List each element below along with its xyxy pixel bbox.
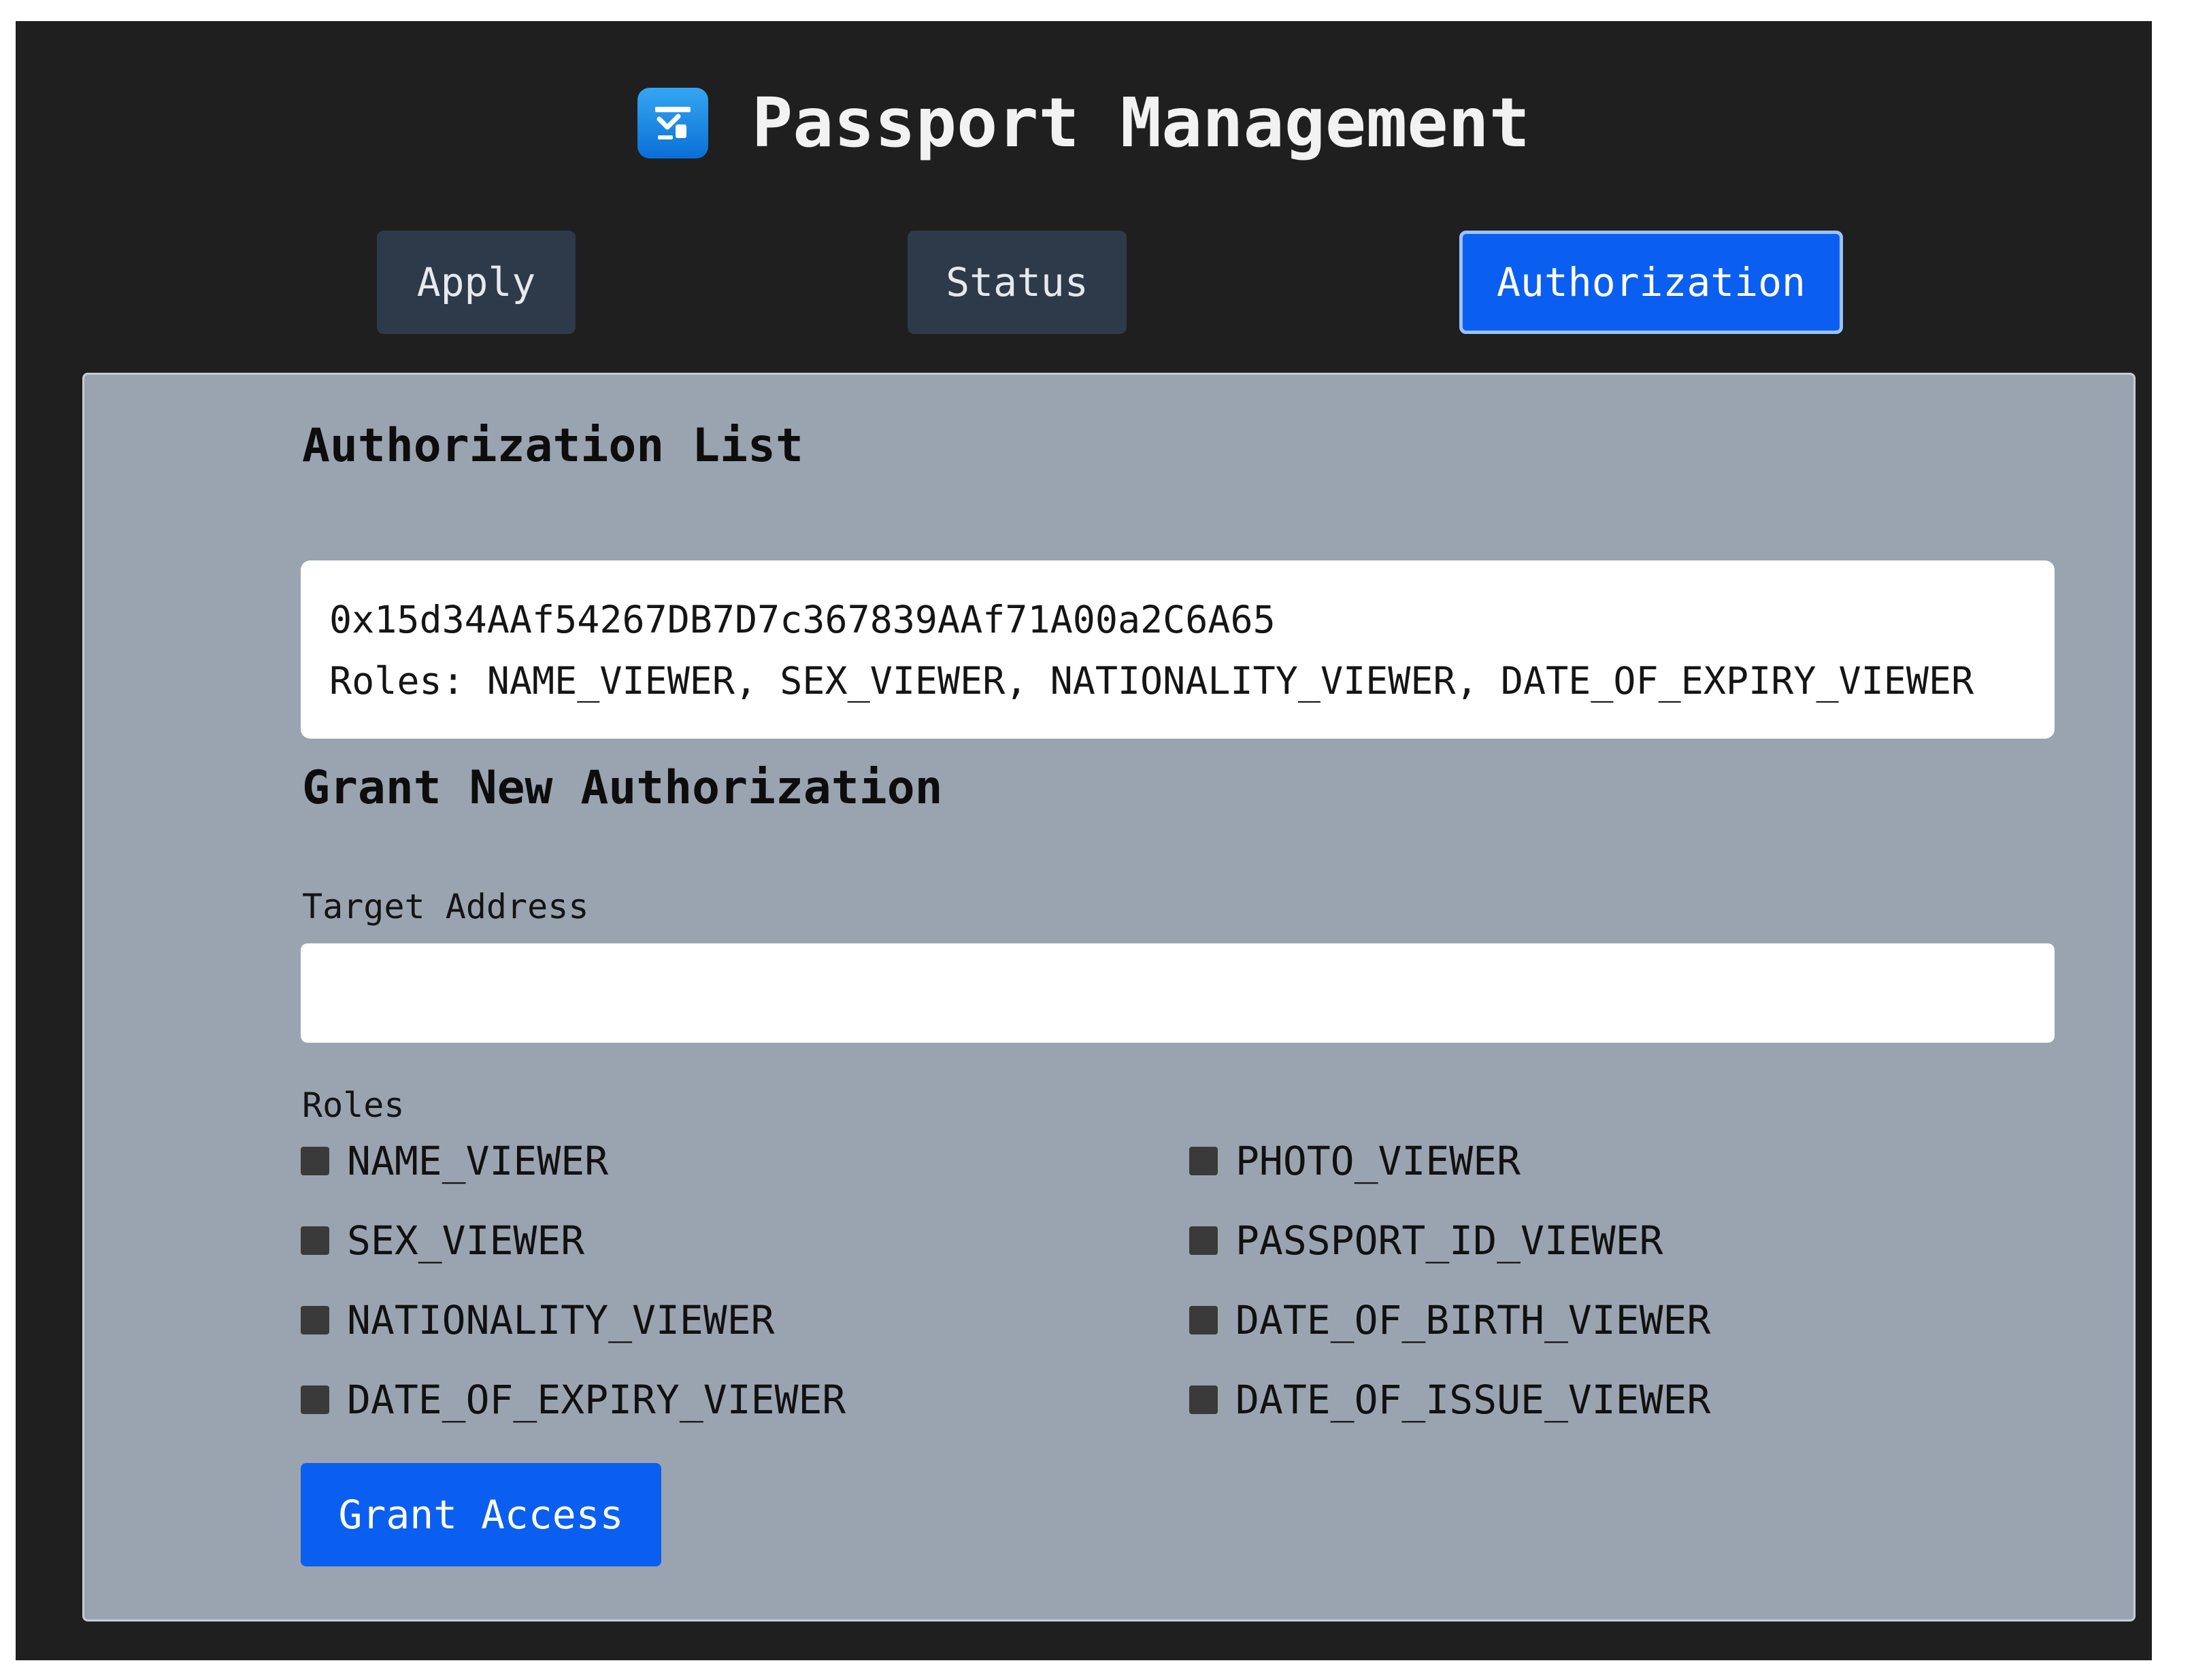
role-label: DATE_OF_ISSUE_VIEWER — [1235, 1377, 1711, 1423]
checkbox-icon[interactable] — [1189, 1385, 1218, 1414]
checkbox-icon[interactable] — [301, 1226, 329, 1255]
authorization-roles: Roles: NAME_VIEWER, SEX_VIEWER, NATIONAL… — [329, 659, 1974, 703]
checkbox-icon[interactable] — [1189, 1147, 1218, 1175]
tab-apply[interactable]: Apply — [377, 231, 576, 334]
role-label: DATE_OF_EXPIRY_VIEWER — [347, 1377, 846, 1423]
authorization-address: 0x15d34AAf54267DB7D7c367839AAf71A00a2C6A… — [329, 598, 1276, 641]
role-checkbox-passport-id-viewer[interactable]: PASSPORT_ID_VIEWER — [1189, 1217, 1663, 1264]
role-label: NATIONALITY_VIEWER — [347, 1297, 775, 1343]
authorization-entry: 0x15d34AAf54267DB7D7c367839AAf71A00a2C6A… — [301, 560, 2055, 739]
role-label: NAME_VIEWER — [347, 1138, 609, 1184]
tab-authorization[interactable]: Authorization — [1459, 231, 1843, 334]
role-label: PHOTO_VIEWER — [1235, 1138, 1521, 1184]
role-label: SEX_VIEWER — [347, 1217, 585, 1264]
checkbox-icon[interactable] — [301, 1306, 329, 1334]
app-title: Passport Management — [752, 83, 1530, 163]
role-checkbox-date-of-expiry-viewer[interactable]: DATE_OF_EXPIRY_VIEWER — [301, 1377, 846, 1423]
roles-label: Roles — [302, 1086, 405, 1125]
role-checkbox-date-of-birth-viewer[interactable]: DATE_OF_BIRTH_VIEWER — [1189, 1297, 1710, 1343]
tab-status[interactable]: Status — [908, 231, 1127, 334]
authorization-list-title: Authorization List — [302, 419, 803, 473]
checkbox-icon[interactable] — [1189, 1226, 1218, 1255]
role-checkbox-sex-viewer[interactable]: SEX_VIEWER — [301, 1217, 584, 1264]
checkbox-icon[interactable] — [301, 1385, 329, 1414]
role-checkbox-name-viewer[interactable]: NAME_VIEWER — [301, 1138, 608, 1184]
role-label: DATE_OF_BIRTH_VIEWER — [1235, 1297, 1711, 1343]
grant-authorization-title: Grant New Authorization — [302, 761, 943, 815]
role-checkbox-photo-viewer[interactable]: PHOTO_VIEWER — [1189, 1138, 1521, 1184]
role-checkbox-nationality-viewer[interactable]: NATIONALITY_VIEWER — [301, 1297, 775, 1343]
checkbox-icon[interactable] — [1189, 1306, 1218, 1334]
passport-control-icon — [637, 88, 709, 158]
target-address-input[interactable] — [301, 943, 2055, 1043]
authorization-panel: Authorization List 0x15d34AAf54267DB7D7c… — [82, 373, 2136, 1622]
header: Passport Management — [16, 69, 2152, 178]
grant-access-button[interactable]: Grant Access — [301, 1463, 661, 1566]
role-label: PASSPORT_ID_VIEWER — [1235, 1217, 1663, 1264]
checkbox-icon[interactable] — [301, 1147, 329, 1175]
app-window: Passport Management Apply Status Authori… — [16, 21, 2152, 1660]
role-checkbox-date-of-issue-viewer[interactable]: DATE_OF_ISSUE_VIEWER — [1189, 1377, 1710, 1423]
target-address-label: Target Address — [302, 887, 589, 926]
